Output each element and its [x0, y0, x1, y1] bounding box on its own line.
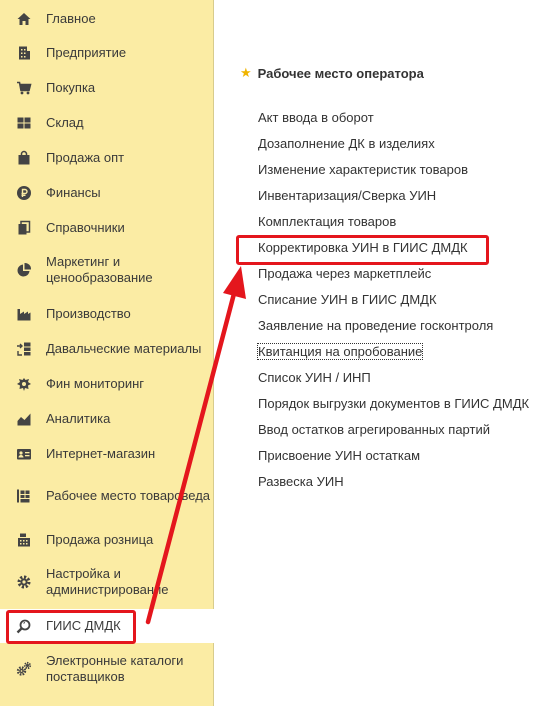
section-production[interactable]: Производство: [0, 301, 214, 327]
section-warehouse[interactable]: Склад: [0, 110, 214, 136]
home-icon: [16, 11, 32, 27]
section-label: Склад: [46, 115, 84, 130]
section-supplier-catalogs[interactable]: Электронные каталоги поставщиков: [0, 649, 214, 689]
section-label: Электронные каталоги поставщиков: [46, 653, 184, 684]
section-enterprise[interactable]: Предприятие: [0, 40, 214, 66]
section-settings-admin[interactable]: Настройка и администрирование: [0, 562, 214, 602]
section-label: Производство: [46, 306, 131, 321]
id-card-icon: [16, 446, 32, 462]
section-label: Покупка: [46, 80, 96, 95]
section-finance[interactable]: Финансы: [0, 180, 214, 206]
gear-icon: [16, 574, 32, 590]
section-giis-dmdk[interactable]: ГИИС ДМДК: [0, 609, 214, 643]
materials-icon: [16, 341, 32, 357]
register-icon: [16, 532, 32, 548]
section-wholesale[interactable]: Продажа опт: [0, 145, 214, 171]
section-label: Рабочее место товароведа: [46, 488, 211, 503]
section-label: Настройка и администрирование: [46, 566, 169, 597]
section-tolling-materials[interactable]: Давальческие материалы: [0, 336, 214, 362]
section-label: Справочники: [46, 220, 125, 235]
bag-icon: [16, 150, 32, 166]
section-main[interactable]: Главное: [0, 6, 214, 32]
section-label: Предприятие: [46, 45, 127, 60]
analytics-icon: [16, 411, 32, 427]
command-link[interactable]: Комплектация товаров: [258, 212, 396, 232]
section-label: Маркетинг и ценообразование: [46, 254, 153, 285]
section-label: Финансы: [46, 185, 101, 200]
warehouse-icon: [16, 115, 32, 131]
section-references[interactable]: Справочники: [0, 215, 214, 241]
books-icon: [16, 220, 32, 236]
page-title-text: Рабочее место оператора: [257, 65, 424, 81]
section-fin-monitoring[interactable]: Фин мониторинг: [0, 371, 214, 397]
command-link[interactable]: Присвоение УИН остаткам: [258, 446, 420, 466]
star-icon[interactable]: ★: [240, 65, 252, 81]
section-marketing[interactable]: Маркетинг и ценообразование: [0, 250, 214, 290]
section-label: Фин мониторинг: [46, 376, 144, 391]
section-label: ГИИС ДМДК: [46, 618, 121, 633]
section-purchase[interactable]: Покупка: [0, 75, 214, 101]
building-icon: [16, 45, 32, 61]
factory-icon: [16, 306, 32, 322]
command-link[interactable]: Заявление на проведение госконтроля: [258, 316, 493, 336]
section-merchandiser-workplace[interactable]: Рабочее место товароведа: [0, 476, 214, 516]
command-link[interactable]: Развеска УИН: [258, 472, 344, 492]
page-title: ★ Рабочее место оператора: [240, 65, 424, 81]
command-link[interactable]: Акт ввода в оборот: [258, 108, 374, 128]
command-link[interactable]: Список УИН / ИНП: [258, 368, 371, 388]
gears-icon: [16, 661, 32, 677]
command-link[interactable]: Ввод остатков агрегированных партий: [258, 420, 490, 440]
section-label: Главное: [46, 11, 96, 26]
command-link[interactable]: Инвентаризация/Сверка УИН: [258, 186, 436, 206]
command-link[interactable]: Дозаполнение ДК в изделиях: [258, 134, 435, 154]
command-link[interactable]: Порядок выгрузки документов в ГИИС ДМДК: [258, 394, 529, 414]
section-label: Продажа опт: [46, 150, 125, 165]
section-label: Продажа розница: [46, 532, 154, 547]
sections-panel: Главное Предприятие Покупка Склад Продаж…: [0, 0, 214, 706]
section-label: Аналитика: [46, 411, 111, 426]
magnifier-icon: [16, 618, 32, 634]
command-link[interactable]: Продажа через маркетплейс: [258, 264, 431, 284]
command-link[interactable]: Квитанция на опробование: [256, 342, 424, 362]
command-link[interactable]: Списание УИН в ГИИС ДМДК: [258, 290, 437, 310]
emblem-icon: [16, 376, 32, 392]
section-retail[interactable]: Продажа розница: [0, 527, 214, 553]
ruble-icon: [16, 185, 32, 201]
shelves-icon: [16, 488, 32, 504]
section-label: Интернет-магазин: [46, 446, 156, 461]
command-link-uin-correction[interactable]: Корректировка УИН в ГИИС ДМДК: [258, 238, 468, 258]
section-analytics[interactable]: Аналитика: [0, 406, 214, 432]
cart-icon: [16, 80, 32, 96]
section-label: Давальческие материалы: [46, 341, 202, 356]
section-online-store[interactable]: Интернет-магазин: [0, 441, 214, 467]
pie-chart-icon: [16, 262, 32, 278]
command-link[interactable]: Изменение характеристик товаров: [258, 160, 468, 180]
